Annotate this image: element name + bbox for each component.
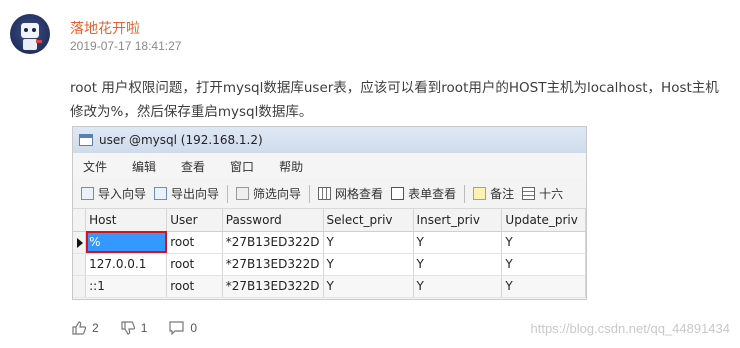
grid-view-tool: 网格查看: [318, 185, 383, 202]
timestamp: 2019-07-17 18:41:27: [70, 39, 182, 53]
form-view-label: 表单查看: [408, 187, 457, 201]
update-priv-cell: Y: [501, 253, 586, 276]
form-icon: [391, 187, 405, 200]
filter-icon: [236, 187, 250, 200]
export-wizard-tool: 导出向导: [154, 185, 219, 202]
select-priv-cell: Y: [323, 253, 414, 276]
row-header: [73, 253, 87, 276]
row-header-corner: [73, 209, 87, 232]
table-header-row: Host User Password Select_priv Insert_pr…: [73, 209, 586, 232]
menu-item-view: 查看: [181, 159, 206, 174]
toolbar-divider: [464, 184, 466, 203]
form-view-tool: 表单查看: [391, 185, 456, 202]
window-titlebar: user @mysql (192.168.1.2): [73, 127, 586, 153]
robot-eye-icon: [24, 28, 28, 32]
filter-wizard-label: 筛选向导: [253, 187, 302, 201]
user-table: Host User Password Select_priv Insert_pr…: [73, 209, 586, 298]
robot-body-icon: [23, 39, 37, 50]
robot-eye-icon: [32, 28, 36, 32]
update-priv-cell: Y: [501, 275, 586, 298]
hex-tool: 十六: [522, 185, 563, 202]
import-icon: [81, 187, 94, 200]
select-priv-cell: Y: [323, 275, 414, 298]
export-wizard-label: 导出向导: [171, 187, 220, 201]
grid-icon: [318, 187, 332, 200]
password-cell: *27B13ED322D: [222, 231, 324, 254]
user-cell: root: [166, 231, 223, 254]
toolbar: 导入向导 导出向导 筛选向导 网格查看 表单查看 备注 十六: [73, 179, 586, 209]
row-header: [73, 231, 87, 254]
watermark: https://blog.csdn.net/qq_44891434: [530, 321, 731, 336]
import-wizard-label: 导入向导: [98, 187, 147, 201]
comment-count: 0: [190, 321, 198, 335]
column-header-insert-priv: Insert_priv: [413, 209, 503, 232]
export-icon: [154, 187, 168, 200]
username[interactable]: 落地花开啦: [70, 18, 140, 38]
column-header-select-priv: Select_priv: [323, 209, 414, 232]
current-row-pointer-icon: [77, 237, 83, 248]
robot-arm-icon: [36, 40, 42, 43]
menu-item-edit: 编辑: [132, 159, 157, 174]
column-header-update-priv: Update_priv: [501, 209, 586, 232]
hex-label: 十六: [539, 187, 564, 201]
insert-priv-cell: Y: [413, 275, 503, 298]
reply-button[interactable]: 0: [169, 321, 197, 335]
note-label: 备注: [490, 187, 515, 201]
select-priv-cell: Y: [323, 231, 414, 254]
row-header: [73, 275, 87, 298]
menu-bar: 文件 编辑 查看 窗口 帮助: [73, 153, 586, 179]
host-cell: 127.0.0.1: [85, 253, 168, 276]
embedded-screenshot: user @mysql (192.168.1.2) 文件 编辑 查看 窗口 帮助…: [72, 126, 587, 300]
insert-priv-cell: Y: [413, 253, 503, 276]
table-row: 127.0.0.1 root *27B13ED322D Y Y Y: [73, 253, 586, 276]
avatar[interactable]: [10, 14, 50, 54]
thumbs-down-icon: [121, 321, 135, 335]
like-button[interactable]: 2: [72, 321, 99, 335]
password-cell: *27B13ED322D: [222, 275, 324, 298]
note-icon: [473, 187, 487, 200]
menu-item-window: 窗口: [230, 159, 255, 174]
column-header-host: Host: [85, 209, 168, 232]
user-cell: root: [166, 275, 223, 298]
table-window-icon: [79, 134, 93, 146]
update-priv-cell: Y: [501, 231, 586, 254]
password-cell: *27B13ED322D: [222, 253, 324, 276]
menu-item-file: 文件: [83, 159, 108, 174]
host-cell-selected: %: [85, 231, 168, 254]
comment-text: root 用户权限问题，打开mysql数据库user表，应该可以看到root用户…: [70, 80, 719, 120]
note-tool: 备注: [473, 185, 514, 202]
column-header-password: Password: [222, 209, 324, 232]
like-count: 2: [92, 321, 99, 335]
toolbar-divider: [309, 184, 311, 203]
table-row: % root *27B13ED322D Y Y Y: [73, 231, 586, 254]
thumbs-up-icon: [72, 321, 86, 335]
comment-bubble-icon: [169, 321, 184, 335]
toolbar-divider: [227, 184, 229, 203]
dislike-button[interactable]: 1: [121, 321, 148, 335]
insert-priv-cell: Y: [413, 231, 503, 254]
filter-wizard-tool: 筛选向导: [236, 185, 301, 202]
menu-item-help: 帮助: [279, 159, 304, 174]
window-title: user @mysql (192.168.1.2): [99, 133, 263, 147]
host-cell: ::1: [85, 275, 168, 298]
table-row: ::1 root *27B13ED322D Y Y Y: [73, 275, 586, 298]
comment-actions: 2 1 0: [72, 321, 219, 335]
hex-icon: [522, 187, 536, 200]
user-cell: root: [166, 253, 223, 276]
grid-view-label: 网格查看: [335, 187, 384, 201]
dislike-count: 1: [140, 321, 148, 335]
import-wizard-tool: 导入向导: [81, 185, 146, 202]
column-header-user: User: [166, 209, 223, 232]
